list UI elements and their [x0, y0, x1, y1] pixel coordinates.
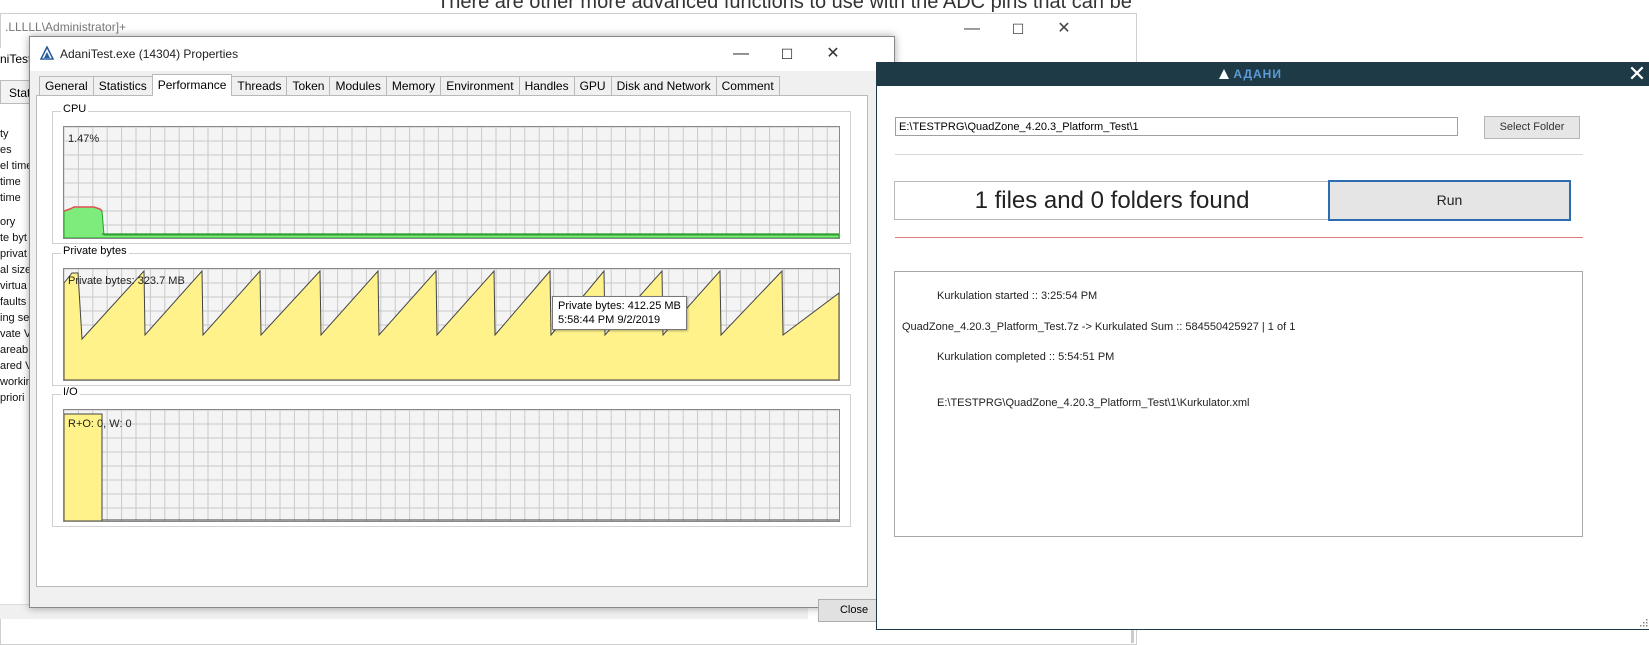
private-bytes-group-label: Private bytes	[61, 245, 129, 257]
background-side-label: priori	[0, 392, 25, 404]
tab-environment[interactable]: Environment	[440, 76, 520, 96]
log-line: QuadZone_4.20.3_Platform_Test.7z -> Kurk…	[902, 321, 1296, 333]
background-side-label: workin	[0, 376, 31, 388]
properties-titlebar[interactable]: AdaniTest.exe (14304) Properties — ☐ ✕	[30, 37, 894, 71]
tab-disk-and-network[interactable]: Disk and Network	[610, 76, 717, 96]
background-side-label: areab	[0, 344, 29, 356]
tab-comment[interactable]: Comment	[715, 76, 780, 96]
resize-grip-icon[interactable]	[1638, 617, 1648, 627]
background-side-label: te byt	[0, 232, 27, 244]
background-document: There are other more advanced functions …	[205, 0, 1132, 14]
close-icon[interactable]: ✕	[810, 37, 856, 71]
properties-title: AdaniTest.exe (14304) Properties	[60, 47, 239, 61]
background-side-label: vate V	[0, 328, 31, 340]
close-icon[interactable]: ✕	[1626, 62, 1648, 85]
io-graph[interactable]: R+O: 0, W: 0	[63, 409, 840, 522]
background-side-label: ared V	[0, 360, 31, 372]
maximize-icon[interactable]: ☐	[995, 15, 1041, 43]
background-side-label: faults	[0, 296, 27, 308]
log-line: Kurkulation started :: 3:25:54 PM	[937, 290, 1098, 302]
files-found-status: 1 files and 0 folders found	[894, 181, 1330, 220]
cpu-group-label: CPU	[61, 103, 89, 115]
tab-modules[interactable]: Modules	[329, 76, 387, 96]
background-side-label: el time	[0, 160, 31, 172]
cpu-usage-area	[64, 206, 839, 238]
private-bytes-group: Private bytes Private bytes: 323.7 MB	[52, 245, 851, 386]
close-icon[interactable]: ✕	[1041, 15, 1087, 43]
io-readout: R+O: 0, W: 0	[68, 418, 132, 430]
select-folder-button[interactable]: Select Folder	[1484, 116, 1580, 139]
background-side-label: al size	[0, 264, 31, 276]
adani-brand: АДАНИ	[1219, 67, 1282, 81]
background-side-label: es	[0, 144, 12, 156]
tooltip-timestamp: 5:58:44 PM 9/2/2019	[558, 314, 661, 326]
graph-tooltip: Private bytes: 412.25 MB 5:58:44 PM 9/2/…	[552, 296, 687, 330]
io-graph-canvas	[64, 410, 839, 521]
log-line: Kurkulation completed :: 5:54:51 PM	[937, 351, 1115, 363]
adani-logo-icon	[1219, 69, 1229, 79]
tab-memory[interactable]: Memory	[385, 76, 442, 96]
tab-token[interactable]: Token	[286, 76, 331, 96]
private-bytes-graph[interactable]: Private bytes: 323.7 MB	[63, 268, 840, 381]
cpu-readout: 1.47%	[68, 133, 100, 145]
adani-brand-text: АДАНИ	[1233, 67, 1282, 81]
log-panel[interactable]: Kurkulation started :: 3:25:54 PM QuadZo…	[894, 271, 1583, 537]
adani-window[interactable]: АДАНИ ✕ E:\TESTPRG\QuadZone_4.20.3_Platf…	[876, 62, 1649, 630]
tab-statistics[interactable]: Statistics	[92, 76, 153, 96]
background-window-title: .LLLLL\Administrator]+	[5, 20, 127, 34]
minimize-icon[interactable]: —	[949, 15, 995, 43]
tab-performance[interactable]: Performance	[151, 74, 233, 96]
performance-panel: CPU 1.47% Private bytes Private bytes: 3…	[36, 95, 868, 587]
background-side-label: ty	[0, 128, 9, 140]
properties-tabs: General Statistics Performance Threads T…	[39, 74, 780, 96]
folder-path-field[interactable]: E:\TESTPRG\QuadZone_4.20.3_Platform_Test…	[895, 117, 1458, 136]
io-group: I/O R+O: 0, W: 0	[52, 386, 851, 527]
cpu-group: CPU 1.47%	[52, 103, 851, 244]
app-logo-icon	[40, 46, 54, 60]
background-side-label: time	[0, 176, 21, 188]
adani-titlebar[interactable]: АДАНИ ✕	[877, 62, 1649, 86]
cpu-graph[interactable]: 1.47%	[63, 126, 840, 239]
tab-handles[interactable]: Handles	[518, 76, 575, 96]
progress-line	[895, 237, 1583, 238]
run-button[interactable]: Run	[1328, 180, 1571, 221]
background-document-text: There are other more advanced functions …	[437, 0, 1132, 13]
private-bytes-readout: Private bytes: 323.7 MB	[68, 275, 185, 287]
background-side-label: virtua	[0, 280, 27, 292]
background-side-label: privat	[0, 248, 27, 260]
minimize-icon[interactable]: —	[718, 37, 764, 71]
background-side-label: ory	[0, 216, 16, 228]
maximize-icon[interactable]: ☐	[764, 37, 810, 71]
tab-gpu[interactable]: GPU	[573, 76, 612, 96]
properties-window[interactable]: AdaniTest.exe (14304) Properties — ☐ ✕ G…	[29, 36, 895, 622]
io-activity-area	[64, 413, 103, 521]
tab-threads[interactable]: Threads	[231, 76, 288, 96]
background-tab-statistics[interactable]: Stati	[0, 80, 30, 104]
background-tab-label: niTest.	[0, 52, 30, 66]
background-side-label: ing se	[0, 312, 30, 324]
cpu-graph-canvas	[64, 127, 839, 238]
tooltip-value: Private bytes: 412.25 MB	[558, 300, 681, 312]
log-line: E:\TESTPRG\QuadZone_4.20.3_Platform_Test…	[937, 397, 1250, 409]
tab-general[interactable]: General	[39, 76, 94, 96]
background-tab-statistics-label: Stati	[9, 86, 31, 100]
divider	[895, 154, 1583, 155]
background-left-panel: niTest. Stati ty es el time time time ory te b…	[0, 48, 31, 608]
background-side-label: time	[0, 192, 21, 204]
io-group-label: I/O	[61, 386, 80, 398]
